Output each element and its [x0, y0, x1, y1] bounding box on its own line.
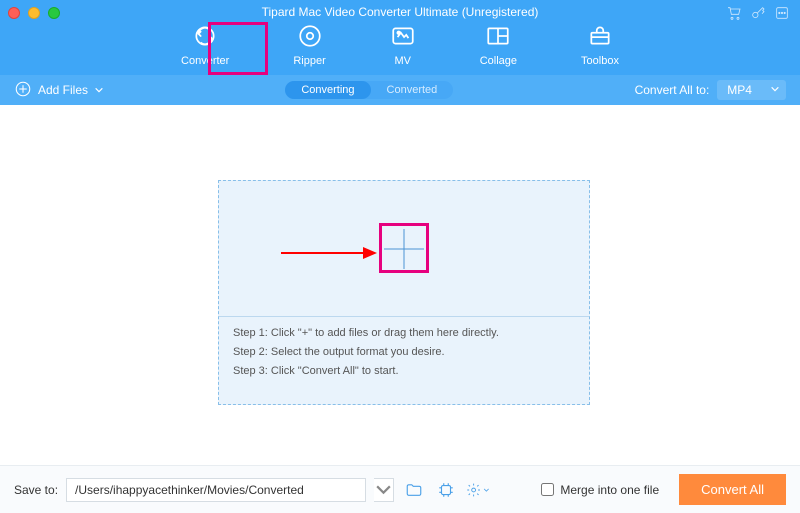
- sub-toolbar: Add Files Converting Converted Convert A…: [0, 75, 800, 105]
- tab-collage[interactable]: Collage: [472, 19, 525, 71]
- add-files-label: Add Files: [38, 83, 88, 97]
- main-tabs: Converter Ripper MV Collage Toolbox: [0, 19, 800, 75]
- output-format-dropdown[interactable]: MP4: [717, 80, 786, 100]
- convert-all-button[interactable]: Convert All: [679, 474, 786, 505]
- converter-icon: [192, 23, 218, 52]
- convert-all-to: Convert All to: MP4: [635, 80, 786, 100]
- ripper-icon: [297, 23, 323, 52]
- format-value: MP4: [727, 83, 752, 97]
- drop-zone[interactable]: Step 1: Click "+" to add files or drag t…: [218, 180, 590, 405]
- window-title: Tipard Mac Video Converter Ultimate (Unr…: [0, 5, 800, 19]
- gpu-accel-button[interactable]: [434, 478, 458, 502]
- merge-checkbox[interactable]: [541, 483, 554, 496]
- merge-label: Merge into one file: [560, 483, 659, 497]
- instruction-steps: Step 1: Click "+" to add files or drag t…: [219, 316, 589, 394]
- save-to-label: Save to:: [14, 483, 58, 497]
- annotation-arrow: [281, 243, 377, 263]
- tab-label: Ripper: [293, 55, 325, 67]
- drop-zone-top: [219, 181, 589, 316]
- merge-checkbox-group[interactable]: Merge into one file: [541, 483, 659, 497]
- plus-circle-icon: [14, 80, 32, 101]
- step-text: Step 3: Click "Convert All" to start.: [233, 365, 575, 377]
- header-bar: Tipard Mac Video Converter Ultimate (Unr…: [0, 0, 800, 75]
- chevron-down-icon: [483, 486, 490, 494]
- tab-toolbox[interactable]: Toolbox: [573, 19, 627, 71]
- chip-icon: [437, 481, 455, 499]
- tab-mv[interactable]: MV: [382, 19, 424, 71]
- mv-icon: [390, 23, 416, 52]
- settings-button[interactable]: [466, 478, 490, 502]
- gear-icon: [466, 481, 481, 499]
- save-path-dropdown[interactable]: [374, 478, 394, 502]
- collage-icon: [485, 23, 511, 52]
- chevron-down-icon: [374, 480, 393, 499]
- tab-label: Collage: [480, 55, 517, 67]
- tab-converter[interactable]: Converter: [173, 19, 237, 71]
- tab-label: Converter: [181, 55, 229, 67]
- tab-label: MV: [394, 55, 411, 67]
- main-area: Step 1: Click "+" to add files or drag t…: [0, 105, 800, 453]
- folder-icon: [405, 481, 423, 499]
- open-folder-button[interactable]: [402, 478, 426, 502]
- chevron-down-icon: [770, 84, 780, 94]
- toolbox-icon: [587, 23, 613, 52]
- add-files-plus-button[interactable]: [382, 227, 426, 271]
- segment-converting[interactable]: Converting: [285, 81, 370, 99]
- chevron-down-icon: [94, 85, 104, 95]
- add-files-button[interactable]: Add Files: [14, 80, 104, 101]
- save-path-value: /Users/ihappyacethinker/Movies/Converted: [75, 483, 304, 497]
- footer-bar: Save to: /Users/ihappyacethinker/Movies/…: [0, 465, 800, 513]
- status-segment: Converting Converted: [285, 81, 453, 99]
- step-text: Step 1: Click "+" to add files or drag t…: [233, 327, 575, 339]
- convert-all-to-label: Convert All to:: [635, 83, 710, 97]
- step-text: Step 2: Select the output format you des…: [233, 346, 575, 358]
- save-path-field[interactable]: /Users/ihappyacethinker/Movies/Converted: [66, 478, 366, 502]
- tab-ripper[interactable]: Ripper: [285, 19, 333, 71]
- segment-converted[interactable]: Converted: [371, 81, 454, 99]
- tab-label: Toolbox: [581, 55, 619, 67]
